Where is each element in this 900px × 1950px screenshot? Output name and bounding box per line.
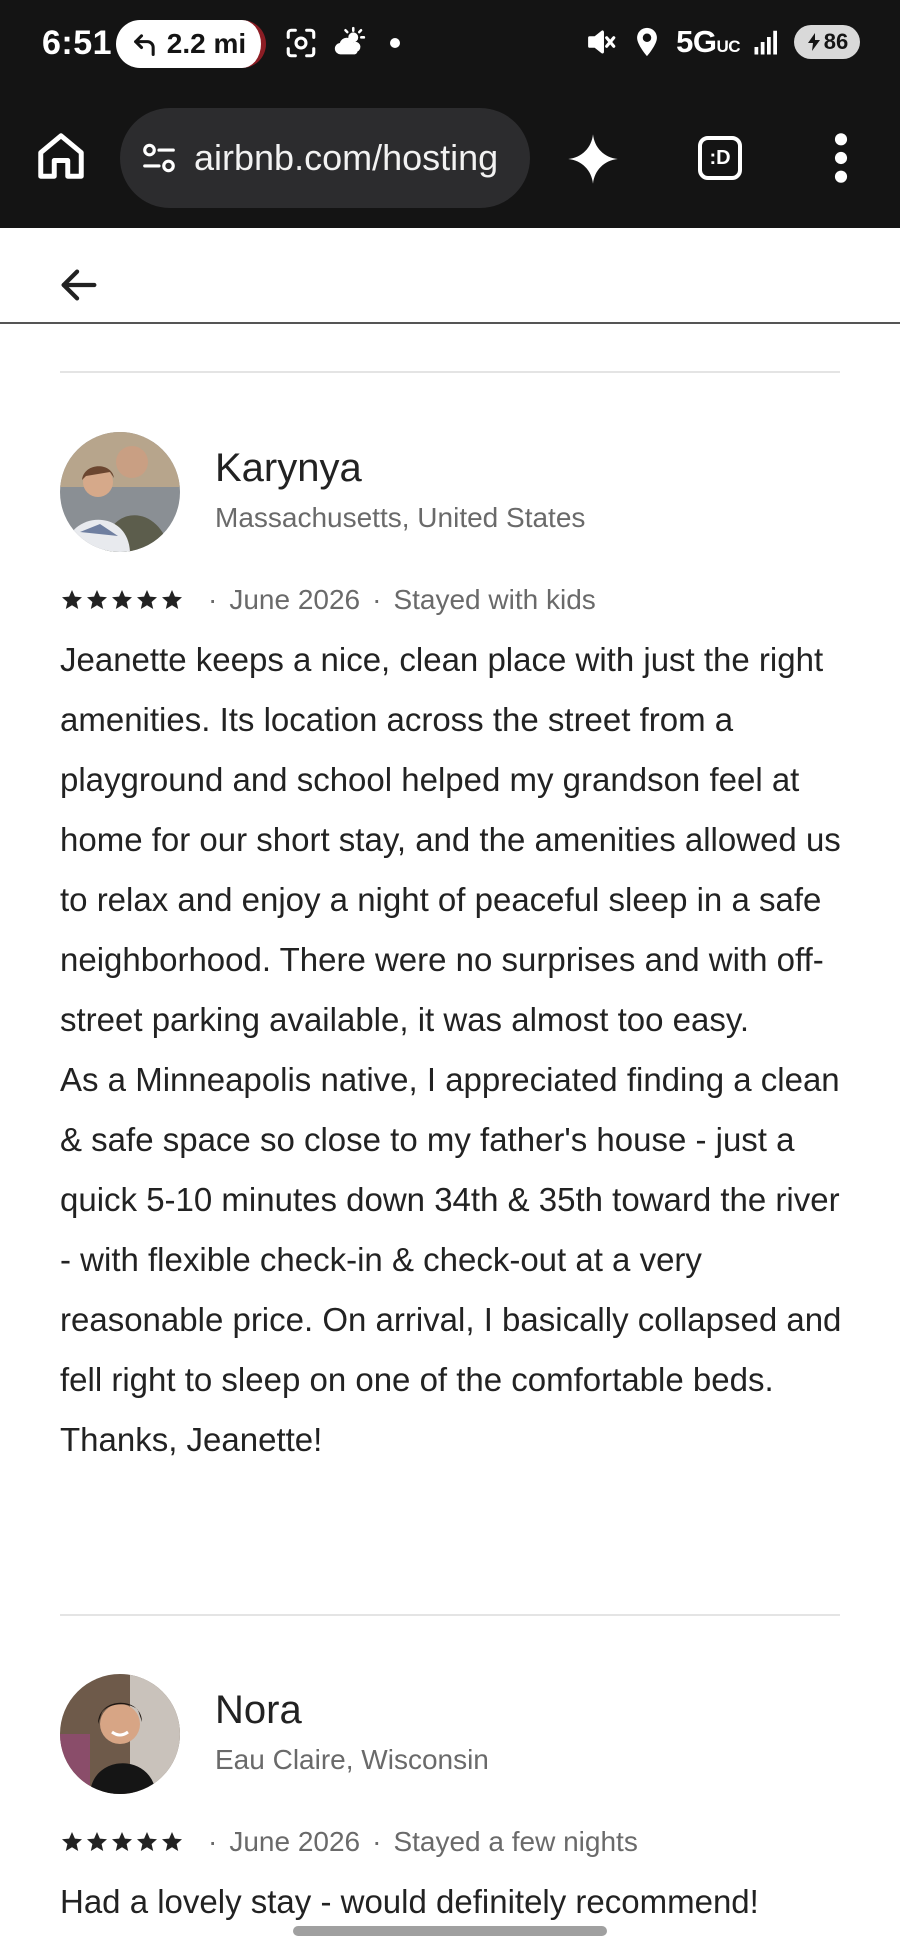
system-status-icons: 5GUC 86 [584,24,860,60]
avatar-photo [60,432,180,552]
star-rating [60,588,184,612]
screenshot-icon [286,28,316,58]
url-text[interactable]: airbnb.com/hosting [194,137,498,179]
star-icon [62,590,82,609]
meta-separator: · [208,584,218,615]
back-arrow-icon[interactable] [56,262,102,308]
star-icon [137,590,157,609]
reviewer-name: Karynya [215,446,362,490]
review-meta: · June 2026 · Stayed with kids [60,584,596,616]
status-time: 6:51 [42,24,113,62]
site-settings-icon[interactable] [140,139,178,177]
battery-level: 86 [823,29,849,54]
stay-type: Stayed with kids [393,584,596,615]
browser-toolbar: airbnb.com/hosting :D [0,96,900,324]
stay-type: Stayed a few nights [393,1826,638,1857]
more-notifications-dot [390,38,400,48]
divider [60,1614,840,1616]
star-icon [162,590,182,609]
star-icon [87,1832,107,1851]
reviewer-avatar[interactable] [60,1674,180,1794]
signal-strength-icon [754,30,777,55]
review-meta: · June 2026 · Stayed a few nights [60,1826,638,1858]
network-type-suffix: UC [716,37,740,56]
star-icon [162,1832,182,1851]
meta-separator: · [372,1826,382,1857]
star-icon [112,1832,132,1851]
review-date: June 2026 [229,1826,361,1857]
tab-switcher-button[interactable]: :D [698,136,742,180]
notification-icons [284,26,400,60]
review-text: Had a lovely stay - would definitely rec… [60,1883,759,1920]
home-icon[interactable] [34,129,88,183]
charging-bolt-icon [807,33,820,51]
meta-separator: · [372,584,382,615]
star-icon [137,1832,157,1851]
reviewer-location: Eau Claire, Wisconsin [215,1744,489,1775]
star-icon [62,1832,82,1851]
vibrate-mode-icon [588,30,616,54]
star-rating [60,1830,184,1854]
turn-left-arrow-icon [133,34,155,57]
avatar-photo [60,1674,180,1794]
weather-partly-cloudy-icon [334,26,366,55]
divider [60,371,840,373]
reviewer-avatar[interactable] [60,432,180,552]
star-icon [112,590,132,609]
home-indicator-bar[interactable] [293,1926,607,1936]
reviewer-name: Nora [215,1688,302,1732]
review-date: June 2026 [229,584,361,615]
network-type: 5GUC [676,24,740,60]
meta-separator: · [208,1826,218,1857]
more-options-icon[interactable] [826,130,856,186]
gemini-sparkle-icon[interactable] [566,132,620,186]
status-bar: 6:51 2.2 mi 5GUC 86 [0,0,900,96]
navigation-distance: 2.2 mi [166,28,247,59]
battery-indicator: 86 [794,25,860,59]
address-bar[interactable]: airbnb.com/hosting [120,108,530,208]
toolbar-divider [0,322,900,324]
reviewer-location: Massachusetts, United States [215,502,586,533]
network-type-label: 5G [676,24,717,59]
navigation-chip[interactable]: 2.2 mi [116,20,266,68]
review-text: Jeanette keeps a nice, clean place with … [60,641,842,1458]
location-pin-icon [637,27,657,57]
star-icon [87,590,107,609]
